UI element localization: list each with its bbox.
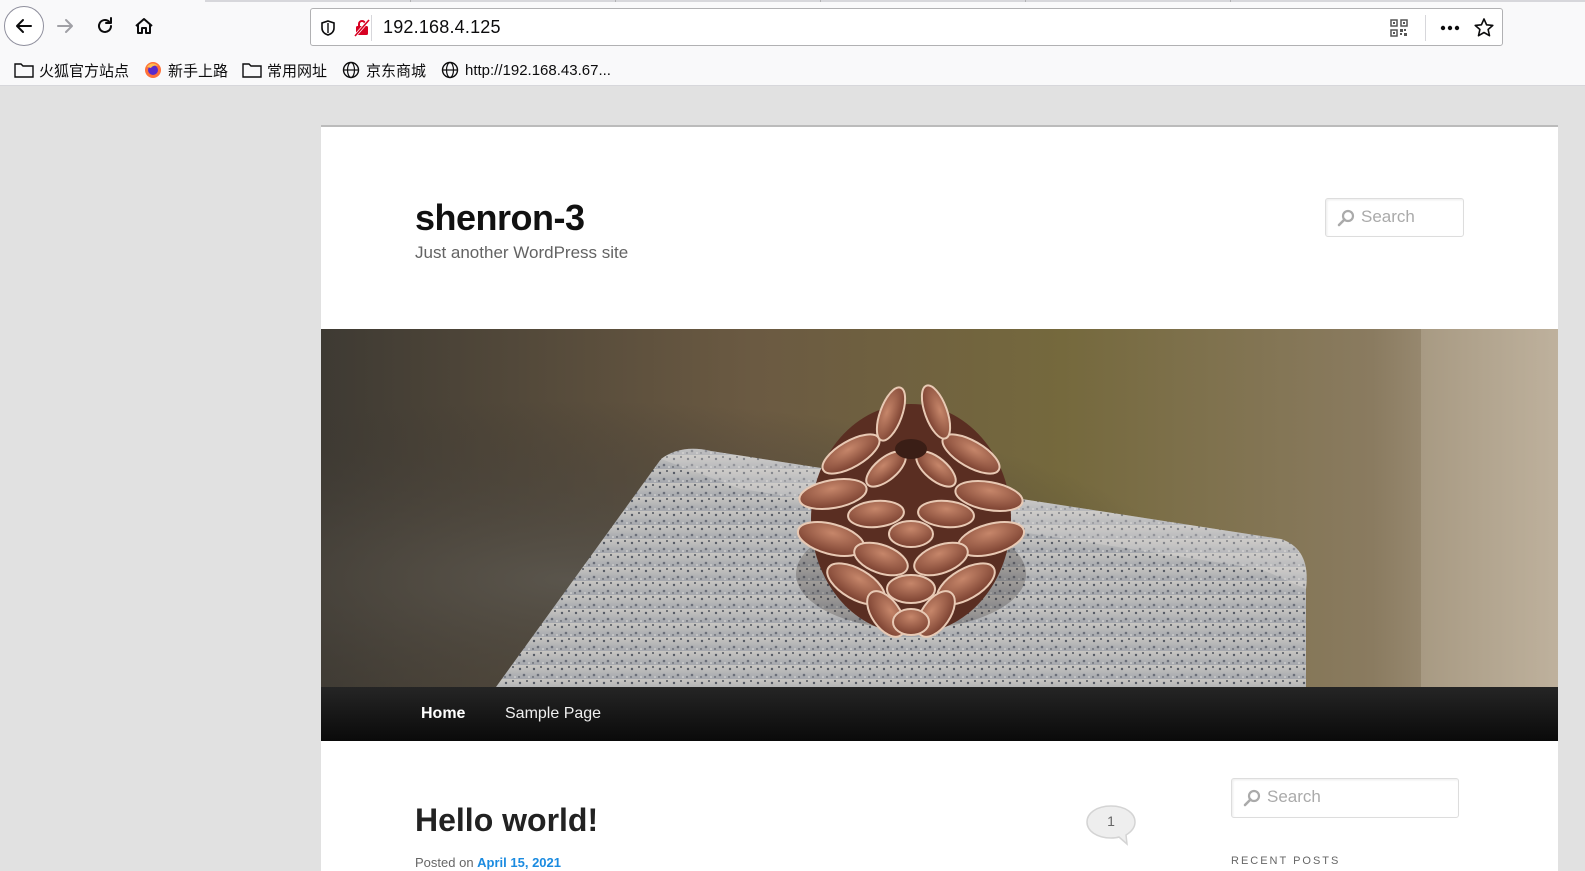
menu-item-sample-page[interactable]: Sample Page bbox=[505, 705, 601, 723]
main-navigation: Home Sample Page bbox=[321, 687, 1558, 741]
bookmarks-toolbar: 火狐官方站点 新手上路 常用网址 京东商城 http://192.168.43.… bbox=[0, 54, 1585, 86]
folder-icon bbox=[242, 60, 262, 80]
search-icon bbox=[1243, 789, 1261, 807]
posted-on-label: Posted on bbox=[415, 855, 474, 870]
bookmark-item[interactable]: 京东商城 bbox=[341, 59, 426, 81]
search-placeholder: Search bbox=[1267, 787, 1321, 806]
post-date-link[interactable]: April 15, 2021 bbox=[477, 855, 561, 870]
reload-icon bbox=[98, 17, 112, 33]
more-actions-icon[interactable] bbox=[1439, 17, 1461, 39]
bookmark-label: 京东商城 bbox=[366, 62, 427, 80]
wordpress-page: shenron-3 Just another WordPress site Se… bbox=[321, 125, 1558, 871]
bookmark-label: 新手上路 bbox=[168, 62, 229, 80]
folder-icon bbox=[14, 60, 34, 80]
header-image bbox=[321, 329, 1558, 687]
shield-icon[interactable] bbox=[317, 17, 339, 39]
bookmark-item[interactable]: http://192.168.43.67... bbox=[440, 59, 611, 81]
back-button[interactable] bbox=[4, 6, 44, 46]
browser-toolbar: 192.168.4.125 bbox=[0, 0, 1585, 54]
url-text[interactable]: 192.168.4.125 bbox=[383, 17, 501, 38]
search-icon bbox=[1337, 209, 1355, 227]
recent-posts-widget-title: RECENT POSTS bbox=[1231, 855, 1341, 867]
pinecone-on-granite-image bbox=[321, 329, 1558, 687]
home-button[interactable] bbox=[129, 11, 159, 41]
address-bar[interactable]: 192.168.4.125 bbox=[310, 8, 1503, 46]
sidebar-search-input[interactable]: Search bbox=[1231, 778, 1459, 818]
site-title[interactable]: shenron-3 bbox=[415, 197, 585, 239]
reload-button[interactable] bbox=[90, 11, 120, 41]
globe-icon bbox=[440, 60, 460, 80]
home-icon bbox=[135, 18, 153, 34]
search-placeholder: Search bbox=[1361, 207, 1415, 226]
menu-item-home[interactable]: Home bbox=[421, 705, 465, 723]
qr-code-icon[interactable] bbox=[1388, 17, 1410, 39]
post-title[interactable]: Hello world! bbox=[415, 802, 598, 839]
bookmark-item[interactable]: 新手上路 bbox=[143, 59, 228, 81]
header-search-input[interactable]: Search bbox=[1325, 198, 1464, 237]
bookmark-label: 常用网址 bbox=[267, 62, 328, 80]
tab-strip bbox=[205, 0, 1585, 2]
comments-link[interactable]: 1 bbox=[1085, 804, 1137, 846]
comment-count: 1 bbox=[1107, 813, 1115, 829]
arrow-right-icon bbox=[57, 19, 73, 33]
forward-button[interactable] bbox=[50, 11, 80, 41]
bookmark-label: http://192.168.43.67... bbox=[465, 61, 611, 79]
firefox-icon bbox=[143, 60, 163, 80]
site-description: Just another WordPress site bbox=[415, 243, 629, 262]
bookmark-item[interactable]: 火狐官方站点 bbox=[14, 59, 129, 81]
bookmark-star-icon[interactable] bbox=[1473, 17, 1495, 39]
bookmark-label: 火狐官方站点 bbox=[39, 62, 130, 80]
post-meta: Posted on April 15, 2021 bbox=[415, 855, 561, 870]
arrow-left-icon bbox=[16, 19, 32, 33]
globe-icon bbox=[341, 60, 361, 80]
bookmark-item[interactable]: 常用网址 bbox=[242, 59, 327, 81]
insecure-connection-icon[interactable] bbox=[351, 17, 373, 39]
